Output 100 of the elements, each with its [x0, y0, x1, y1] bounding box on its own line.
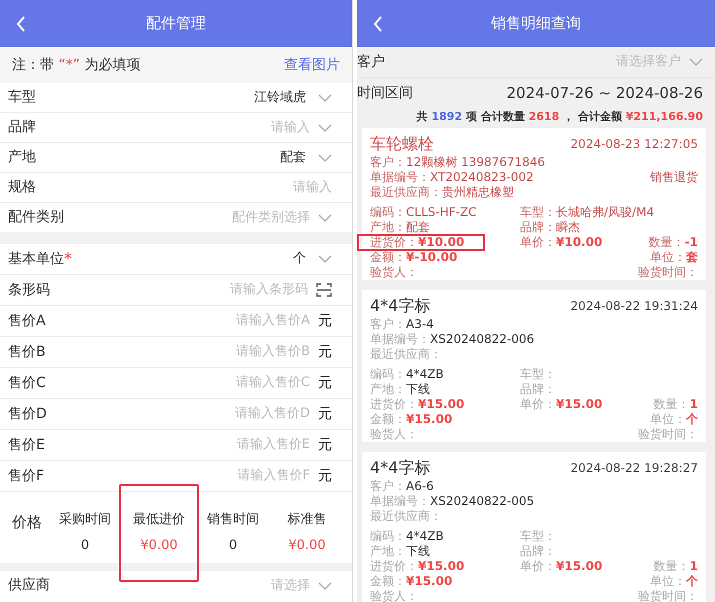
chevron-down-icon	[689, 58, 703, 66]
field-label: 配件类别	[8, 208, 64, 227]
price-column-label: 销售时间	[207, 511, 259, 529]
price-column-value: 0	[80, 536, 90, 554]
record-time: 2024-08-22 19:28:27	[570, 460, 698, 477]
input-field[interactable]: 请输入售价A	[170, 311, 310, 331]
detail-field: 产地：下线	[370, 382, 430, 396]
field-value[interactable]: 江铃域虎	[254, 88, 310, 108]
required-note: 注：带 “*” 为必填项	[12, 56, 140, 74]
detail-field: 车型：长城哈弗/风骏/M4	[520, 205, 654, 219]
field-label: 条形码	[8, 280, 50, 300]
detail-field: 编码：CLLS-HF-ZC	[370, 205, 477, 219]
detail-field: 验货人：	[370, 427, 418, 441]
field-label: 供应商	[8, 576, 50, 595]
input-field[interactable]: 请输入售价F	[170, 466, 310, 486]
detail-field: 单位：个	[650, 574, 698, 588]
detail-field: 单据编号：XT20240823-002	[370, 168, 534, 186]
input-field[interactable]: 请输入售价D	[170, 404, 310, 424]
field-label: 产地	[8, 148, 36, 167]
item-title: 4*4字标	[370, 295, 430, 317]
summary-text: 共 1892 项 合计数量 2618 ， 合计金额 ¥211,166.90	[416, 108, 703, 125]
detail-field: 验货时间：	[638, 265, 698, 279]
record-type-tag: 销售退货	[650, 168, 698, 186]
chevron-down-icon	[318, 582, 332, 590]
input-field[interactable]: 请输入条形码	[168, 280, 308, 300]
detail-field: 品牌：瞬杰	[520, 220, 580, 234]
input-field[interactable]: 请输入售价E	[170, 435, 310, 455]
sale-record-card[interactable]: 4*4字标 2024-08-22 19:28:27 客户：A6-6 单据编号：XS20240822-005 最近供应商： 编码：4*4ZB 车型： 产地：下线 品牌： 进货价：¥15.00 单价：¥15.00 数量：1 金额：¥15.00 单位：个 验货人： 验货时间：	[362, 452, 706, 602]
detail-field: 最近供应商：	[370, 344, 442, 362]
detail-field: 验货人：	[370, 589, 418, 602]
input-field[interactable]: 请选择	[170, 576, 310, 596]
detail-field: 数量：1	[654, 397, 698, 411]
field-label: 规格	[8, 178, 36, 197]
supplier-select[interactable]: 供应商 请选择	[0, 571, 352, 602]
detail-field: 数量：-1	[648, 235, 698, 249]
price-column-label: 标准售	[288, 511, 326, 529]
field-label: 售价E	[8, 436, 45, 454]
price-column-value: ¥0.00	[140, 536, 178, 554]
sale-record-card[interactable]: 4*4字标 2024-08-22 19:31:24 客户：A3-4 单据编号：XS20240822-006 最近供应商： 编码：4*4ZB 车型： 产地：下线 品牌： 进货价：¥15.00 单价：¥15.00 数量：1 金额：¥15.00 单位：个 验货人： 验货时间：	[362, 290, 706, 442]
scan-icon[interactable]	[316, 283, 332, 297]
detail-field: 客户：A6-6	[370, 476, 434, 494]
record-time: 2024-08-23 12:27:05	[570, 136, 698, 153]
price-column-label: 最低进价	[133, 511, 185, 529]
detail-field: 进货价：¥10.00	[370, 235, 464, 249]
view-images-link[interactable]: 查看图片	[284, 54, 340, 76]
period-label: 时间区间	[357, 84, 413, 102]
detail-field: 数量：1	[654, 559, 698, 573]
field-label: 售价A	[8, 312, 46, 330]
input-field[interactable]: 请输入	[170, 118, 310, 138]
input-field[interactable]: 配件类别选择	[170, 208, 310, 228]
detail-field: 车型：	[520, 367, 556, 381]
detail-field: 金额：¥15.00	[370, 412, 452, 426]
date-range[interactable]: 2024-07-26 ~ 2024-08-26	[506, 82, 703, 104]
detail-field: 单价：¥15.00	[520, 397, 602, 411]
detail-field: 最近供应商：	[370, 506, 442, 524]
unit-suffix: 元	[318, 342, 332, 362]
price-column-label: 采购时间	[59, 511, 111, 529]
price-section-label: 价格	[11, 512, 43, 533]
price-column-value: ¥0.00	[288, 536, 326, 554]
detail-field: 品牌：	[520, 544, 556, 558]
chevron-down-icon	[318, 124, 332, 132]
field-label: 售价C	[8, 374, 46, 392]
item-title: 车轮螺栓	[370, 133, 434, 155]
detail-field: 单位：个	[650, 412, 698, 426]
chevron-down-icon	[318, 214, 332, 222]
detail-field: 金额：¥15.00	[370, 574, 452, 588]
unit-suffix: 元	[318, 466, 332, 486]
field-value[interactable]: 个	[293, 249, 310, 269]
input-field[interactable]: 请输入售价C	[170, 373, 310, 393]
field-label: 车型	[8, 88, 36, 107]
unit-suffix: 元	[318, 374, 332, 392]
detail-field: 产地：配套	[370, 220, 430, 234]
detail-field: 编码：4*4ZB	[370, 529, 444, 543]
unit-suffix: 元	[318, 404, 332, 424]
detail-field: 产地：下线	[370, 544, 430, 558]
field-label: 售价F	[8, 466, 44, 486]
back-icon[interactable]	[373, 16, 383, 32]
back-icon[interactable]	[16, 16, 26, 32]
detail-field: 编码：4*4ZB	[370, 367, 444, 381]
detail-field: 验货时间：	[638, 589, 698, 602]
detail-field: 品牌：	[520, 382, 556, 396]
detail-field: 客户：12颗橡树 13987671846	[370, 152, 546, 170]
detail-field: 单价：¥15.00	[520, 559, 602, 573]
field-label: 售价D	[8, 404, 47, 424]
detail-field: 最近供应商：贵州精忠橡塑	[370, 182, 514, 200]
detail-field: 单位：套	[650, 250, 698, 264]
detail-field: 车型：	[520, 529, 556, 543]
screen-title: 配件管理	[146, 13, 206, 34]
detail-field: 验货时间：	[638, 427, 698, 441]
unit-suffix: 元	[318, 312, 332, 330]
input-field[interactable]: 请输入	[192, 178, 332, 198]
customer-label: 客户	[357, 52, 385, 72]
input-field[interactable]: 请输入售价B	[170, 342, 310, 362]
field-value[interactable]: 配套	[280, 148, 310, 168]
screen-title: 销售明细查询	[491, 13, 581, 34]
detail-field: 单价：¥10.00	[520, 235, 602, 249]
detail-field: 验货人：	[370, 265, 418, 279]
unit-suffix: 元	[318, 436, 332, 454]
required-mark: *	[64, 248, 72, 270]
detail-field: 金额：¥-10.00	[370, 250, 458, 264]
